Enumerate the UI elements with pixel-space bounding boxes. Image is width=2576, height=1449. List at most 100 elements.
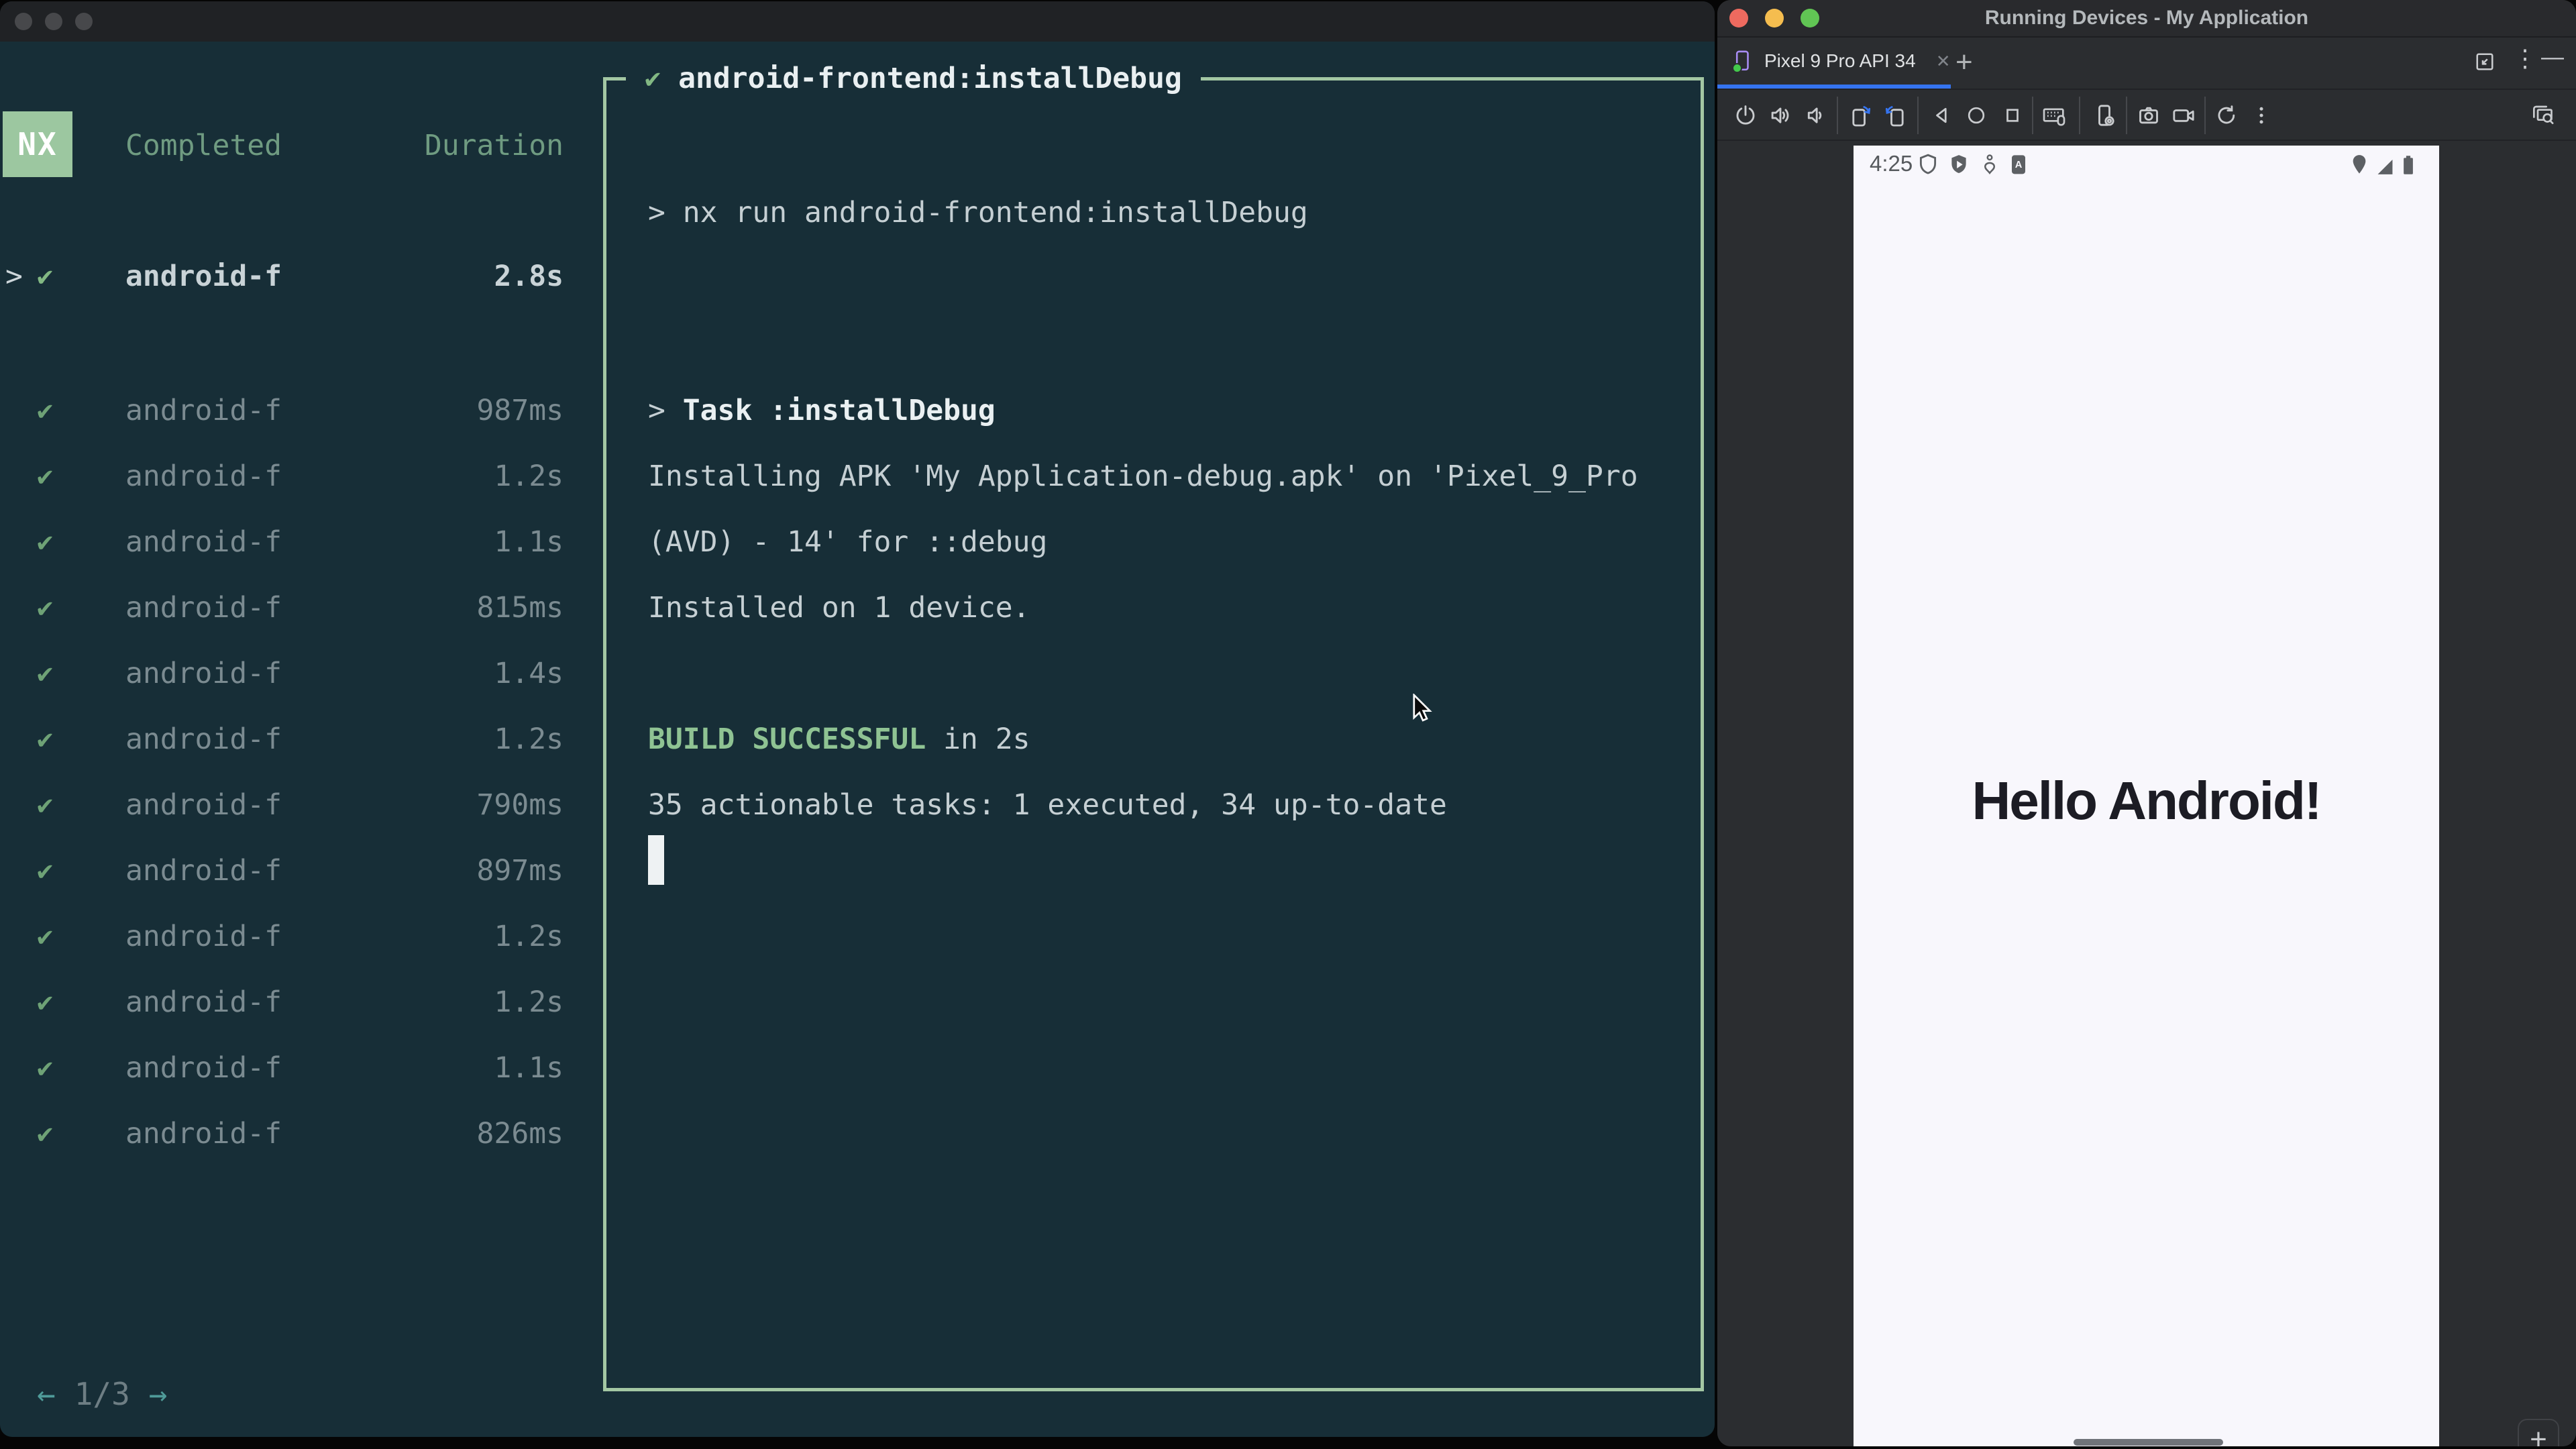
task-row[interactable]: ✔ android-f 790ms <box>0 784 564 826</box>
task-row[interactable]: ✔ android-f 987ms <box>0 390 564 431</box>
more-options-icon[interactable] <box>2249 103 2273 127</box>
terminal-line-command: > nx run android-frontend:installDebug <box>648 196 1308 229</box>
task-name: android-f <box>125 1051 282 1085</box>
back-icon[interactable] <box>1930 103 1954 127</box>
zoom-controls-panel: + − 1:1 <box>2518 1419 2559 1446</box>
task-duration: 2.8s <box>494 260 564 293</box>
rotate-right-icon[interactable] <box>1883 102 1910 129</box>
task-duration: 1.1s <box>494 1051 564 1085</box>
tab-close-icon[interactable]: ✕ <box>1936 51 1951 72</box>
task-row[interactable]: ✔ android-f 1.2s <box>0 916 564 957</box>
tab-pixel-9-pro[interactable]: Pixel 9 Pro API 34 ✕ <box>1731 38 1950 85</box>
running-devices-titlebar[interactable]: Running Devices - My Application <box>1717 0 2576 38</box>
overview-icon[interactable] <box>2000 103 2025 127</box>
task-row[interactable]: ✔ android-f 1.1s <box>0 521 564 563</box>
task-duration: 987ms <box>476 394 564 427</box>
device-settings-icon[interactable] <box>2091 102 2118 129</box>
task-row-selected[interactable]: > ✔ android-f 2.8s <box>0 256 564 297</box>
device-screen[interactable]: 4:25 A Hello Android! <box>1854 146 2439 1446</box>
terminal-line-installed: Installed on 1 device. <box>648 591 1030 625</box>
terminal-line-task: > Task :installDebug <box>648 390 996 431</box>
rotate-left-icon[interactable] <box>1846 102 1873 129</box>
check-icon: ✔ <box>37 527 54 557</box>
task-row[interactable]: ✔ android-f 1.4s <box>0 653 564 694</box>
hide-icon[interactable]: — <box>2541 44 2564 70</box>
task-duration: 1.2s <box>494 985 564 1019</box>
check-icon: ✔ <box>37 921 54 952</box>
volume-down-icon[interactable] <box>1802 103 1827 128</box>
task-row[interactable]: ✔ android-f 815ms <box>0 587 564 629</box>
expand-caret-icon[interactable]: > <box>5 260 23 293</box>
task-list-header: Completed Duration <box>125 125 564 166</box>
task-name: android-f <box>125 525 282 559</box>
terminal-output-header: ✔ android-frontend:installDebug <box>626 58 1201 99</box>
volume-up-icon[interactable] <box>1768 103 1793 128</box>
column-duration: Duration <box>424 129 564 162</box>
task-row[interactable]: ✔ android-f 826ms <box>0 1113 564 1155</box>
gesture-navigation-pill[interactable] <box>2074 1439 2223 1446</box>
play-protect-icon <box>1947 152 1970 178</box>
task-duration: 790ms <box>476 788 564 822</box>
task-duration: 815ms <box>476 591 564 625</box>
task-row[interactable]: ✔ android-f 897ms <box>0 850 564 892</box>
task-duration: 1.2s <box>494 920 564 953</box>
float-window-icon[interactable] <box>2473 50 2497 74</box>
desktop: NX Completed Duration > ✔ android-f 2.8s… <box>0 0 2576 1449</box>
signal-icon <box>2372 152 2396 178</box>
task-name: android-f <box>125 920 282 953</box>
check-icon: ✔ <box>37 461 54 492</box>
terminal-titlebar[interactable] <box>0 1 1715 42</box>
page-indicator: 1/3 <box>74 1376 130 1412</box>
check-icon: ✔ <box>37 855 54 886</box>
toolbar-separator <box>1837 97 1838 134</box>
more-vertical-icon[interactable]: ⋮ <box>2513 44 2537 72</box>
hello-android-text: Hello Android! <box>1972 771 2322 830</box>
check-icon: ✔ <box>37 395 54 426</box>
check-icon: ✔ <box>37 592 54 623</box>
toolbar-separator <box>2204 97 2206 134</box>
task-duration: 1.2s <box>494 722 564 756</box>
new-tab-icon[interactable]: + <box>1955 46 1973 79</box>
close-circle-icon[interactable] <box>1729 9 1748 28</box>
task-duration: 1.4s <box>494 657 564 690</box>
restart-icon[interactable] <box>2214 103 2239 128</box>
task-duration: 1.2s <box>494 460 564 493</box>
task-duration: 897ms <box>476 854 564 888</box>
screen-search-icon[interactable] <box>2530 102 2557 129</box>
check-icon: ✔ <box>645 63 661 94</box>
window-title: Running Devices - My Application <box>1984 7 2309 29</box>
terminal-line-build-result: BUILD SUCCESSFUL in 2s <box>648 718 1030 760</box>
task-duration: 826ms <box>476 1117 564 1150</box>
next-page-arrow-icon[interactable]: → <box>149 1376 168 1412</box>
location-icon <box>2348 152 2371 178</box>
check-icon: ✔ <box>37 724 54 755</box>
task-row[interactable]: ✔ android-f 1.1s <box>0 1047 564 1089</box>
minimize-circle-icon[interactable] <box>1765 9 1784 28</box>
power-icon[interactable] <box>1733 103 1758 128</box>
screen-record-icon[interactable] <box>2170 102 2197 129</box>
app-a-icon: A <box>2008 152 2029 178</box>
keyboard-icon[interactable] <box>2041 102 2068 129</box>
check-icon: ✔ <box>37 261 54 292</box>
nx-logo: NX <box>3 111 72 177</box>
screenshot-icon[interactable] <box>2135 102 2162 129</box>
toolbar-separator <box>2079 97 2080 134</box>
zoom-in-button[interactable]: + <box>2519 1423 2558 1446</box>
prev-page-arrow-icon[interactable]: ← <box>37 1376 56 1412</box>
task-name: android-f <box>125 1117 282 1150</box>
task-row[interactable]: ✔ android-f 1.2s <box>0 718 564 760</box>
zoom-circle-icon[interactable] <box>1801 9 1819 28</box>
task-row[interactable]: ✔ android-f 1.2s <box>0 981 564 1023</box>
check-icon: ✔ <box>37 1118 54 1149</box>
prompt-caret: > <box>648 394 683 427</box>
task-label: Task :installDebug <box>682 394 996 427</box>
home-icon[interactable] <box>1964 103 1988 127</box>
task-name: android-f <box>125 394 282 427</box>
zoom-circle-icon[interactable] <box>75 13 93 30</box>
minimize-circle-icon[interactable] <box>45 13 62 30</box>
close-circle-icon[interactable] <box>15 13 32 30</box>
mouse-cursor <box>1411 694 1434 724</box>
status-time: 4:25 <box>1870 151 1913 176</box>
pagination: ← 1/3 → <box>37 1373 168 1415</box>
task-row[interactable]: ✔ android-f 1.2s <box>0 455 564 497</box>
